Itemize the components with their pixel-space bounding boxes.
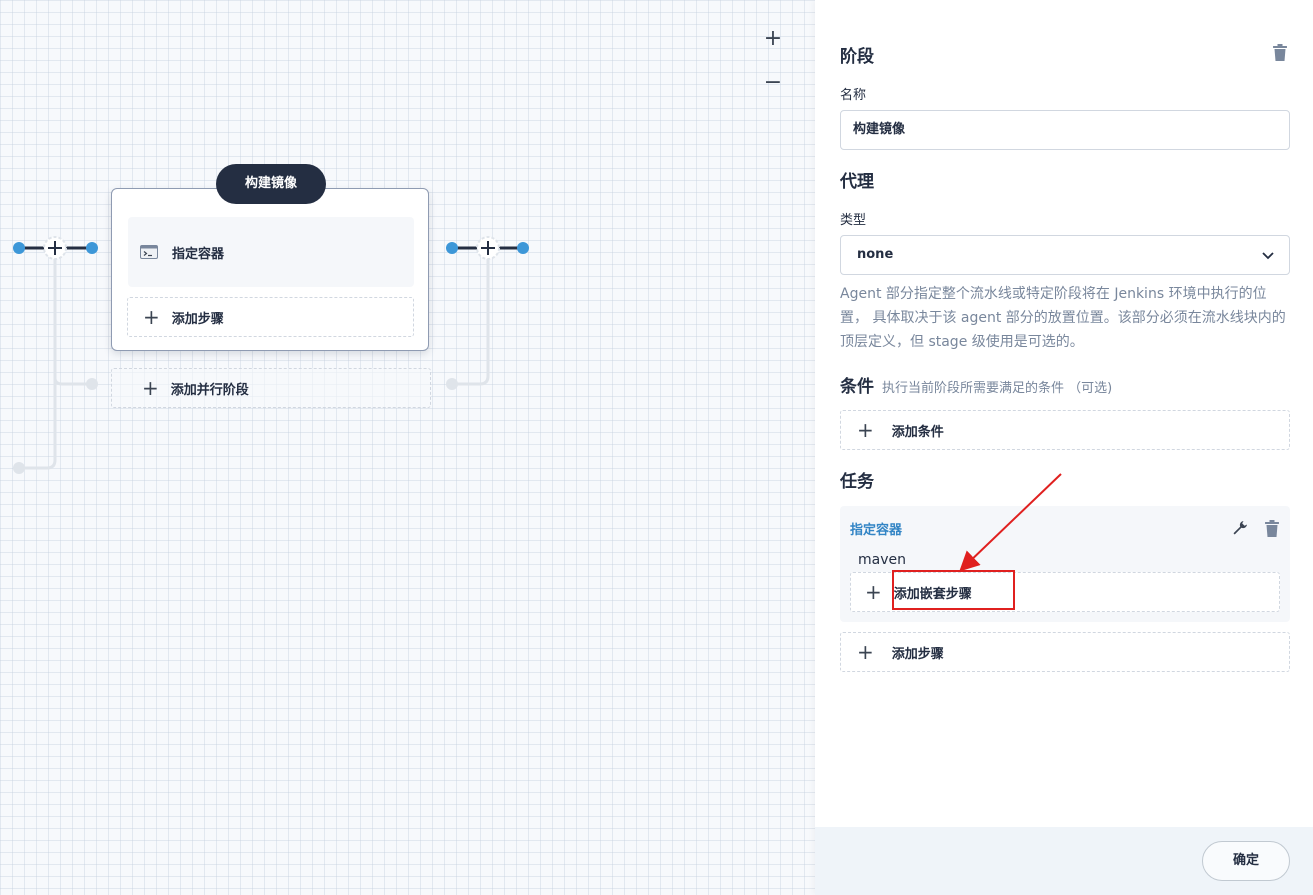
- plus-icon: +: [143, 305, 160, 329]
- tasks-section-title: 任务: [840, 472, 874, 492]
- trash-icon[interactable]: [1272, 44, 1288, 62]
- agent-type-select[interactable]: none: [840, 235, 1290, 275]
- pipeline-connectors: [13, 236, 529, 474]
- step-label: 指定容器: [172, 246, 225, 262]
- pipeline-canvas: + − 指定容器 + 添加步骤 构建镜像 + 添加并行阶段: [0, 0, 815, 895]
- agent-type-value: none: [857, 247, 894, 262]
- conditions-subtitle: 执行当前阶段所需要满足的条件 （可选): [882, 381, 1113, 396]
- name-input[interactable]: 构建镜像: [840, 110, 1290, 150]
- plus-icon: +: [865, 580, 882, 604]
- name-label: 名称: [840, 88, 867, 103]
- stage-input-node: [86, 242, 98, 254]
- agent-description: Agent 部分指定整个流水线或特定阶段将在 Jenkins 环境中执行的位置，…: [840, 286, 1286, 350]
- ghost-node: [446, 378, 458, 390]
- terminal-icon: [140, 245, 158, 259]
- stage-card[interactable]: 指定容器 + 添加步骤: [111, 188, 429, 351]
- chevron-down-icon: [1262, 252, 1274, 260]
- add-parallel-stage-button[interactable]: + 添加并行阶段: [111, 368, 431, 408]
- conditions-section-title: 条件 执行当前阶段所需要满足的条件 （可选): [840, 372, 1112, 397]
- ghost-node: [86, 378, 98, 390]
- stage-title-badge[interactable]: 构建镜像: [216, 164, 326, 204]
- add-parallel-label: 添加并行阶段: [170, 382, 249, 398]
- panel-footer: 确定: [815, 827, 1313, 895]
- add-step-label: 添加步骤: [171, 311, 224, 327]
- task-name-link[interactable]: 指定容器: [850, 519, 902, 538]
- wrench-icon[interactable]: [1232, 520, 1248, 536]
- task-item: 指定容器 maven + 添加嵌套步骤: [840, 506, 1290, 622]
- annotation-highlight-box: [892, 570, 1015, 610]
- start-node: [13, 242, 25, 254]
- task-container-value: maven: [858, 552, 906, 568]
- add-step-button[interactable]: + 添加步骤: [127, 297, 414, 337]
- add-step-button[interactable]: + 添加步骤: [840, 632, 1290, 672]
- step-item[interactable]: 指定容器: [128, 217, 414, 287]
- end-node: [517, 242, 529, 254]
- stage-output-node: [446, 242, 458, 254]
- add-step-label: 添加步骤: [891, 646, 944, 662]
- agent-section-title: 代理: [840, 172, 874, 192]
- conditions-title-text: 条件: [840, 377, 874, 397]
- add-condition-button[interactable]: + 添加条件: [840, 410, 1290, 450]
- ghost-node: [13, 462, 25, 474]
- plus-icon: +: [857, 418, 874, 442]
- stage-properties-panel: 阶段 名称 构建镜像 代理 类型 none Agent 部分指定整个流水线或特定…: [815, 0, 1313, 895]
- add-condition-label: 添加条件: [891, 424, 944, 440]
- stage-section-title: 阶段: [840, 47, 874, 67]
- confirm-button[interactable]: 确定: [1202, 841, 1290, 881]
- plus-icon: +: [857, 640, 874, 664]
- type-label: 类型: [840, 213, 867, 228]
- trash-icon[interactable]: [1264, 520, 1280, 538]
- plus-icon: +: [142, 376, 159, 400]
